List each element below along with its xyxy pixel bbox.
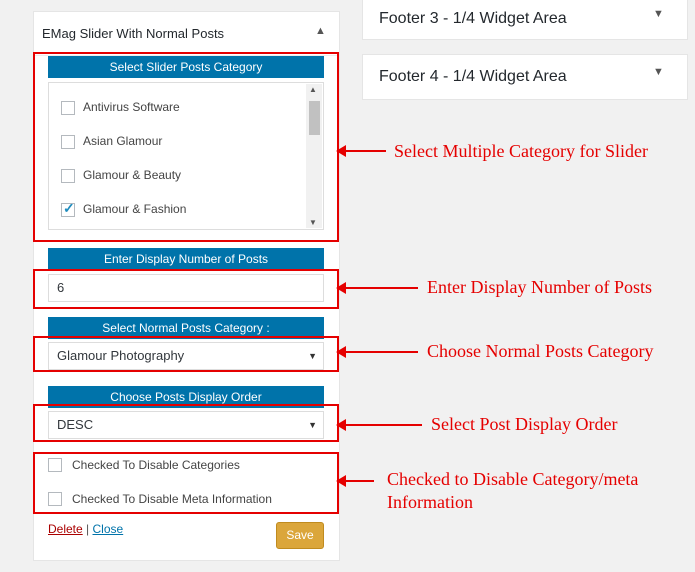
annotation-disable-line2: Information — [387, 492, 473, 512]
highlight-slider-category — [33, 52, 339, 242]
arrow-head-icon — [336, 475, 346, 487]
arrow-head-icon — [336, 282, 346, 294]
close-link[interactable]: Close — [93, 522, 124, 536]
highlight-display-order — [33, 404, 339, 442]
annotation-disable-line1: Checked to Disable Category/meta — [387, 469, 639, 489]
annotation-display-order: Select Post Display Order — [431, 414, 618, 434]
arrow-line — [346, 480, 374, 482]
arrow-line — [346, 351, 418, 353]
footer-4-widget[interactable]: Footer 4 - 1/4 Widget Area ▼ — [362, 54, 688, 100]
footer-3-widget[interactable]: Footer 3 - 1/4 Widget Area ▼ — [362, 0, 688, 40]
link-separator: | — [86, 522, 90, 536]
delete-link[interactable]: Delete — [48, 522, 83, 536]
footer-4-title: Footer 4 - 1/4 Widget Area — [379, 68, 567, 85]
arrow-line — [346, 287, 418, 289]
arrow-head-icon — [336, 419, 346, 431]
number-posts-header: Enter Display Number of Posts — [48, 248, 324, 270]
arrow-line — [346, 424, 422, 426]
save-button[interactable]: Save — [276, 522, 324, 549]
footer-3-title: Footer 3 - 1/4 Widget Area — [379, 10, 567, 27]
expand-caret-icon[interactable]: ▼ — [653, 8, 664, 20]
annotation-slider-category: Select Multiple Category for Slider — [394, 141, 648, 161]
arrow-head-icon — [336, 145, 346, 157]
highlight-disable-options — [33, 452, 339, 514]
widget-actions: Delete | Close — [48, 522, 123, 536]
arrow-line — [346, 150, 386, 152]
annotation-normal-category: Choose Normal Posts Category — [427, 341, 654, 361]
highlight-normal-category — [33, 336, 339, 372]
annotation-number-posts: Enter Display Number of Posts — [427, 277, 652, 297]
collapse-caret-icon[interactable]: ▲ — [315, 25, 326, 37]
expand-caret-icon[interactable]: ▼ — [653, 66, 664, 78]
arrow-head-icon — [336, 346, 346, 358]
widget-title[interactable]: EMag Slider With Normal Posts — [42, 26, 224, 41]
highlight-number-posts — [33, 269, 339, 309]
